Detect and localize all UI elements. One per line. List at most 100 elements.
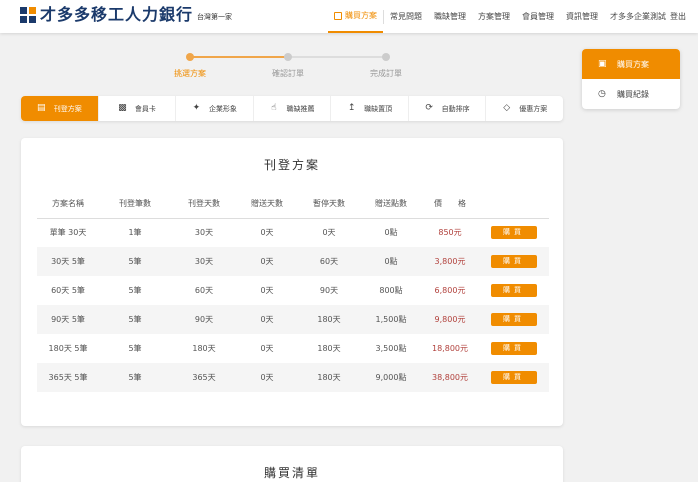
cell-price: 3,800元	[421, 247, 479, 276]
tab-discount-plan[interactable]: ◇ 優惠方案	[486, 96, 563, 121]
tab-job-recommend[interactable]: ☝ 職缺推薦	[254, 96, 332, 121]
nav-logout[interactable]: 登出	[668, 0, 692, 33]
cell-pause-days: 90天	[319, 286, 339, 295]
tab-member-card[interactable]: ▩ 會員卡	[99, 96, 177, 121]
main-nav: 購買方案 常見問題 職缺管理 方案管理 會員管理 資訊管理 才多多企業測試 登出	[328, 0, 692, 33]
document-icon: ▤	[37, 103, 46, 113]
cell-listing-count: 5筆	[128, 344, 142, 353]
cell-bonus-points: 9,000點	[361, 363, 421, 392]
cell-listing-count: 1筆	[128, 228, 142, 238]
cell-listing-days: 30天	[194, 228, 214, 238]
table-row: 60天 5筆 5筆 60天 0天 90天 800點 6,800元 購買	[37, 276, 549, 305]
buy-button[interactable]: 購買	[491, 255, 537, 268]
nav-plan-management[interactable]: 方案管理	[472, 0, 516, 33]
step-dot-confirm	[284, 53, 292, 61]
buy-button[interactable]: 購買	[491, 371, 537, 384]
cell-listing-count: 5筆	[99, 305, 171, 334]
sparkle-icon: ✦	[192, 103, 201, 113]
cell-bonus-points: 3,500點	[375, 344, 407, 353]
cart-card: 購買清單	[21, 446, 563, 482]
refresh-icon: ⟳	[425, 103, 433, 113]
cell-plan-name: 180天 5筆	[48, 344, 88, 353]
cell-plan-name: 單筆 30天	[49, 228, 87, 238]
cell-price: 18,800元	[432, 344, 468, 353]
tab-auto-sort-label: 自動排序	[441, 104, 470, 113]
side-item-purchase-history-label: 購買紀錄	[617, 89, 649, 99]
side-item-buy-plan-label: 購買方案	[617, 59, 649, 69]
cell-price: 38,800元	[421, 363, 479, 392]
cell-bonus-points: 0點	[384, 228, 398, 238]
side-item-purchase-history[interactable]: ◷ 購買紀錄	[582, 79, 680, 109]
cell-pause-days: 60天	[297, 247, 361, 276]
plans-table: 方案名稱 刊登筆數 刊登天數 贈送天數 暫停天數 贈送點數 價 格 單筆 30天…	[37, 190, 549, 392]
buy-button[interactable]: 購買	[491, 284, 537, 297]
cell-bonus-days: 0天	[260, 344, 274, 353]
cell-bonus-days: 0天	[237, 305, 297, 334]
nav-user-name[interactable]: 才多多企業測試	[604, 0, 668, 33]
plans-header-row: 方案名稱 刊登筆數 刊登天數 贈送天數 暫停天數 贈送點數 價 格	[37, 190, 549, 219]
table-row: 30天 5筆 5筆 30天 0天 60天 0點 3,800元 購買	[37, 247, 549, 276]
cell-action: 購買	[479, 334, 549, 363]
tab-discount-plan-label: 優惠方案	[519, 104, 548, 113]
cell-plan-name: 60天 5筆	[51, 286, 85, 295]
cell-action: 購買	[479, 247, 549, 276]
col-listing-count: 刊登筆數	[99, 190, 171, 219]
brand-name: 才多多移工人力銀行	[40, 5, 194, 24]
step-dot-complete	[382, 53, 390, 61]
history-icon: ◷	[598, 88, 606, 99]
nav-member-management[interactable]: 會員管理	[516, 0, 560, 33]
step-line-1	[190, 56, 288, 58]
step-dot-select	[186, 53, 194, 61]
cell-listing-days: 90天	[171, 305, 237, 334]
col-listing-days: 刊登天數	[171, 190, 237, 219]
cell-action: 購買	[479, 363, 549, 392]
cart-icon	[334, 11, 342, 20]
cell-action: 購買	[479, 305, 549, 334]
brand-tagline: 台灣第一家	[197, 13, 233, 21]
tab-company-image[interactable]: ✦ 企業形象	[176, 96, 254, 121]
cell-listing-days: 180天	[192, 344, 216, 353]
cell-pause-days: 180天	[297, 305, 361, 334]
briefcase-icon: ▩	[118, 103, 127, 113]
tab-auto-sort[interactable]: ⟳ 自動排序	[409, 96, 487, 121]
tab-listing-plan[interactable]: ▤ 刊登方案	[21, 96, 99, 121]
cell-plan-name: 365天 5筆	[37, 363, 99, 392]
buy-button[interactable]: 購買	[491, 342, 537, 355]
cell-listing-days: 60天	[194, 286, 214, 295]
order-stepper: 挑選方案 確認訂單 完成訂單	[150, 52, 410, 82]
col-bonus-days: 贈送天數	[237, 190, 297, 219]
nav-buy-plan-label: 購買方案	[345, 11, 377, 20]
buy-button[interactable]: 購買	[491, 226, 537, 240]
cell-plan-name: 90天 5筆	[37, 305, 99, 334]
cell-action: 購買	[479, 218, 549, 247]
cart-title: 購買清單	[263, 466, 320, 480]
cell-bonus-days: 0天	[260, 286, 274, 295]
tab-company-image-label: 企業形象	[208, 104, 237, 113]
buy-button[interactable]: 購買	[491, 313, 537, 326]
cell-action: 購買	[479, 276, 549, 305]
plans-body: 單筆 30天 1筆 30天 0天 0天 0點 850元 購買 30天 5筆 5筆…	[37, 218, 549, 392]
nav-faq[interactable]: 常見問題	[384, 0, 428, 33]
tag-icon: ◇	[503, 103, 511, 113]
col-bonus-points: 贈送點數	[361, 190, 421, 219]
nav-buy-plan[interactable]: 購買方案	[328, 0, 383, 33]
tab-job-pin-label: 職缺置頂	[364, 104, 393, 113]
cell-listing-days: 365天	[171, 363, 237, 392]
cell-pause-days: 180天	[297, 363, 361, 392]
nav-info-management[interactable]: 資訊管理	[560, 0, 604, 33]
brand-logo[interactable]: 才多多移工人力銀行 台灣第一家	[20, 3, 232, 27]
shopping-bag-icon: ▣	[598, 58, 607, 69]
cell-pause-days: 180天	[317, 344, 341, 353]
nav-job-management[interactable]: 職缺管理	[428, 0, 472, 33]
table-row: 90天 5筆 5筆 90天 0天 180天 1,500點 9,800元 購買	[37, 305, 549, 334]
col-price: 價 格	[421, 190, 479, 219]
cell-bonus-days: 0天	[260, 228, 274, 238]
arrow-up-icon: ↥	[347, 103, 356, 113]
tab-job-pin[interactable]: ↥ 職缺置頂	[331, 96, 409, 121]
side-item-buy-plan[interactable]: ▣ 購買方案	[582, 49, 680, 79]
cell-bonus-points: 1,500點	[361, 305, 421, 334]
cell-price: 6,800元	[434, 286, 466, 295]
hand-pointer-icon: ☝	[271, 103, 277, 113]
step-line-2	[288, 56, 386, 58]
plan-category-tabs: ▤ 刊登方案 ▩ 會員卡 ✦ 企業形象 ☝ 職缺推薦 ↥ 職缺置頂 ⟳ 自動排序…	[21, 96, 563, 121]
